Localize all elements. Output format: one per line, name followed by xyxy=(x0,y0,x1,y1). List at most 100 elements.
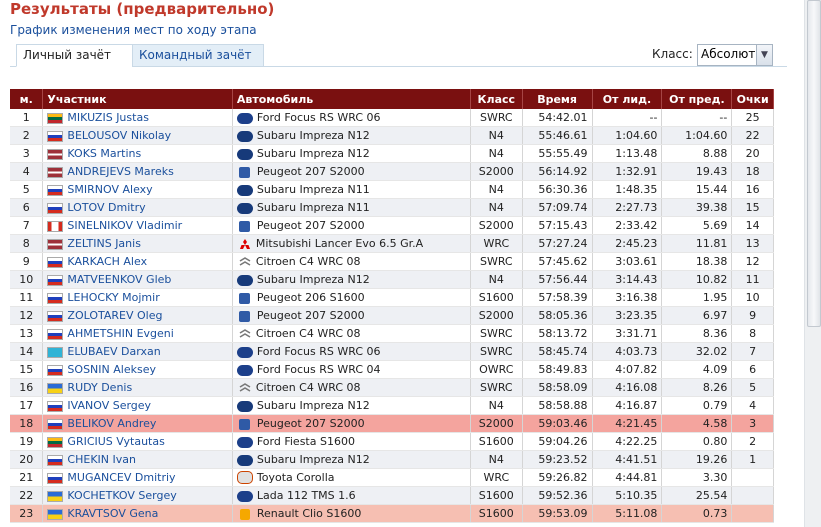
cell-points: 9 xyxy=(731,306,774,325)
car-name: Subaru Impreza N12 xyxy=(256,273,370,286)
cell-from-previous: 5.69 xyxy=(661,216,733,235)
car-name: Toyota Corolla xyxy=(256,470,335,484)
cell-position: 12 xyxy=(10,306,44,325)
participant-link[interactable]: ZOLOTAREV Oleg xyxy=(67,309,162,322)
participant-link[interactable]: KRAVTSOV Gena xyxy=(67,507,158,520)
cell-from-leader: 4:22.25 xyxy=(592,432,663,451)
cell-car: Citroen C4 WRC 08 xyxy=(232,378,471,397)
cell-class: SWRC xyxy=(470,109,523,127)
participant-link[interactable]: BELOUSOV Nikolay xyxy=(67,129,171,142)
mitsubishi-logo-icon xyxy=(238,238,252,250)
cell-from-leader: 3:14.43 xyxy=(592,270,663,289)
cell-participant: GRICIUS Vytautas xyxy=(42,432,233,451)
header-participant[interactable]: Участник xyxy=(42,89,233,109)
peugeot-logo-icon xyxy=(238,166,250,178)
participant-link[interactable]: GRICIUS Vytautas xyxy=(67,435,164,448)
table-row: 15 SOSNIN Aleksey Ford Focus RS WRC 04 OWRC… xyxy=(10,360,774,379)
table-row: 3 KOKS Martins Subaru Impreza N12 N4 55:55.4… xyxy=(10,144,774,163)
cell-points: 8 xyxy=(731,324,774,343)
cell-from-previous: 3.30 xyxy=(661,468,733,487)
header-car[interactable]: Автомобиль xyxy=(232,89,471,109)
peugeot-logo-icon xyxy=(238,310,250,322)
cell-points xyxy=(731,504,774,523)
participant-link[interactable]: ANDREJEVS Mareks xyxy=(67,165,173,178)
cell-time: 57:58.39 xyxy=(522,288,593,307)
cell-position: 16 xyxy=(10,378,44,397)
cell-from-leader: 5:11.08 xyxy=(592,504,663,523)
participant-link[interactable]: MUGANCEV Dmitriy xyxy=(67,471,175,484)
tab-team[interactable]: Командный зачёт xyxy=(132,44,264,67)
cell-participant: AHMETSHIN Evgeni xyxy=(42,324,233,343)
participant-link[interactable]: SMIRNOV Alexy xyxy=(67,183,152,196)
cell-from-leader: 4:07.82 xyxy=(592,360,663,379)
cell-points xyxy=(731,468,774,487)
cell-points xyxy=(731,486,774,505)
participant-link[interactable]: MIKUZIS Justas xyxy=(67,111,149,124)
participant-link[interactable]: LEHOCKY Mojmir xyxy=(67,291,159,304)
participant-link[interactable]: IVANOV Sergey xyxy=(67,399,151,412)
participant-link[interactable]: CHEKIN Ivan xyxy=(67,453,136,466)
cell-position: 2 xyxy=(10,126,44,145)
cell-participant: SINELNIKOV Vladimir xyxy=(42,216,233,235)
cell-points: 12 xyxy=(731,252,774,271)
participant-link[interactable]: ELUBAEV Darxan xyxy=(67,345,160,358)
vertical-scrollbar[interactable] xyxy=(804,0,821,527)
ru-flag-icon xyxy=(47,454,64,466)
chevron-down-icon[interactable]: ▼ xyxy=(756,45,772,65)
tab-personal[interactable]: Личный зачёт xyxy=(16,44,138,67)
cell-time: 58:58.09 xyxy=(522,378,593,397)
cell-class: S2000 xyxy=(470,162,523,181)
participant-link[interactable]: KARKACH Alex xyxy=(67,255,147,268)
table-row: 7 SINELNIKOV Vladimir Peugeot 207 S2000 S20… xyxy=(10,216,774,235)
cell-class: N4 xyxy=(470,270,523,289)
class-filter-select[interactable]: Абсолют ▼ xyxy=(697,44,773,66)
car-name: Citroen C4 WRC 08 xyxy=(255,255,361,268)
cell-time: 59:26.82 xyxy=(522,468,593,487)
cell-participant: KOCHETKOV Sergey xyxy=(42,486,233,505)
cell-car: Citroen C4 WRC 08 xyxy=(232,324,471,343)
cell-from-leader: 2:45.23 xyxy=(592,234,663,253)
ru-flag-icon xyxy=(47,310,64,322)
renault-logo-icon xyxy=(239,508,250,520)
participant-link[interactable]: LOTOV Dmitry xyxy=(67,201,145,214)
cell-car: Peugeot 207 S2000 xyxy=(232,414,471,433)
cell-from-previous: 19.43 xyxy=(661,162,733,181)
cell-time: 57:56.44 xyxy=(522,270,593,289)
cell-from-previous: 39.38 xyxy=(661,198,733,217)
position-chart-link[interactable]: График изменения мест по ходу этапа xyxy=(10,23,257,37)
cell-car: Subaru Impreza N12 xyxy=(232,126,471,145)
header-position[interactable]: м. xyxy=(10,89,44,109)
participant-link[interactable]: SINELNIKOV Vladimir xyxy=(67,219,182,232)
table-row: 13 AHMETSHIN Evgeni Citroen C4 WRC 08 SWRC 5… xyxy=(10,324,774,343)
participant-link[interactable]: AHMETSHIN Evgeni xyxy=(67,327,173,340)
car-name: Mitsubishi Lancer Evo 6.5 Gr.A xyxy=(255,237,424,250)
cell-points: 11 xyxy=(731,270,774,289)
cell-points: 16 xyxy=(731,180,774,199)
participant-link[interactable]: SOSNIN Aleksey xyxy=(67,363,156,376)
cell-class: WRC xyxy=(470,468,523,487)
participant-link[interactable]: KOCHETKOV Sergey xyxy=(67,489,176,502)
cell-car: Subaru Impreza N12 xyxy=(232,450,471,469)
header-from-leader[interactable]: От лид. xyxy=(592,89,663,109)
ru-flag-icon xyxy=(47,130,64,142)
header-from-previous[interactable]: От пред. xyxy=(661,89,733,109)
cell-from-leader: 2:27.73 xyxy=(592,198,663,217)
cell-from-previous: 4.09 xyxy=(661,360,733,379)
cell-position: 9 xyxy=(10,252,44,271)
car-name: Subaru Impreza N12 xyxy=(256,453,370,466)
header-class[interactable]: Класс xyxy=(470,89,523,109)
participant-link[interactable]: ZELTINS Janis xyxy=(67,237,141,250)
ua-flag-icon xyxy=(47,382,64,394)
participant-link[interactable]: BELIKOV Andrey xyxy=(67,417,156,430)
cell-car: Subaru Impreza N12 xyxy=(232,144,471,163)
cell-points: 14 xyxy=(731,216,774,235)
header-time[interactable]: Время xyxy=(522,89,593,109)
header-points[interactable]: Очки xyxy=(731,89,774,109)
scroll-thumb[interactable] xyxy=(807,0,821,327)
participant-link[interactable]: KOKS Martins xyxy=(67,147,141,160)
participant-link[interactable]: RUDY Denis xyxy=(67,381,132,394)
participant-link[interactable]: MATVEENKOV Gleb xyxy=(67,273,171,286)
cell-participant: MATVEENKOV Gleb xyxy=(42,270,233,289)
table-row: 23 KRAVTSOV Gena Renault Clio S1600 S1600 59… xyxy=(10,504,774,523)
cell-position: 21 xyxy=(10,468,44,487)
